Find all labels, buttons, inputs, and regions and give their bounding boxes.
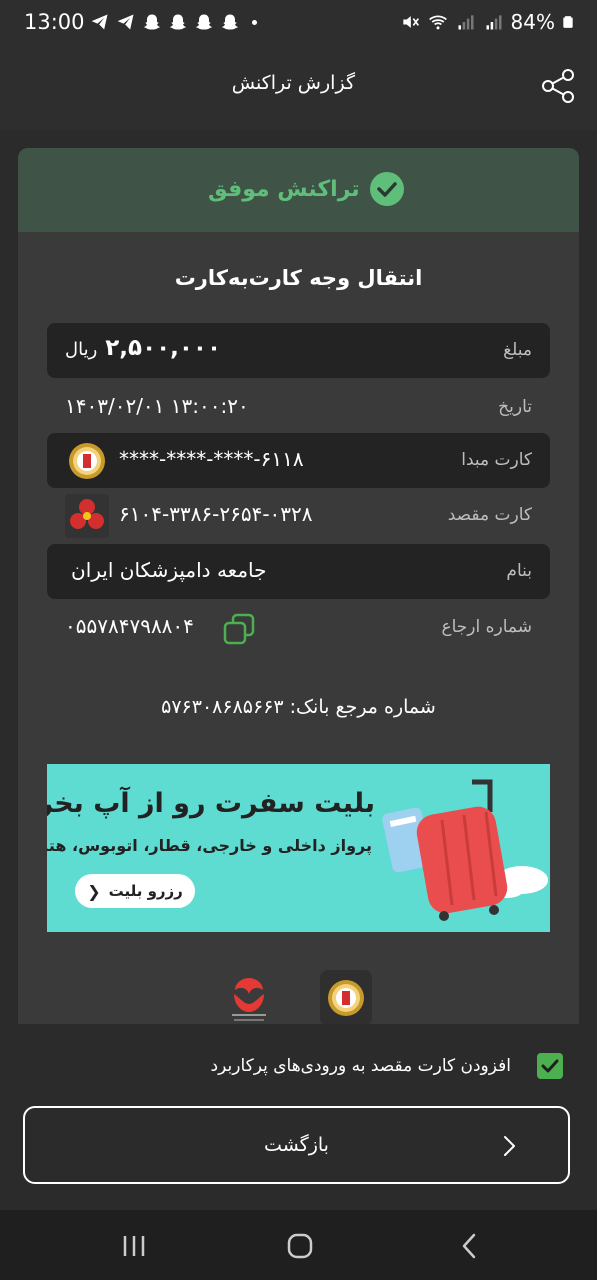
snapchat-icon — [143, 14, 161, 30]
partner-logos — [18, 968, 579, 1024]
reference-number: ۰۵۵۷۸۴۷۹۸۸۰۴ — [65, 614, 194, 638]
success-banner: تراکنش موفق — [18, 148, 579, 232]
transaction-status: تراکنش موفق — [208, 176, 360, 202]
date-label: تاریخ — [498, 397, 532, 417]
add-card-label: افزودن کارت مقصد به ورودی‌های پرکاربرد — [210, 1056, 511, 1076]
bank-reference-number: شماره مرجع بانک: ۵۷۶۳۰۸۶۸۵۶۶۳ — [161, 696, 436, 718]
source-card-row: کارت مبدا ****-****-****-۶۱۱۸ — [47, 433, 550, 488]
source-card-number: ****-****-****-۶۱۱۸ — [119, 447, 304, 471]
app-logo — [232, 978, 266, 1021]
suitcase-illustration — [382, 779, 548, 921]
bank-mellat-logo — [65, 494, 109, 538]
add-card-option[interactable]: افزودن کارت مقصد به ورودی‌های پرکاربرد — [0, 1040, 597, 1090]
ad-banner[interactable]: بلیت سفرت رو از آپ بخر! پرواز داخلی و خا… — [47, 764, 550, 932]
transaction-type: انتقال وجه کارت‌به‌کارت — [174, 266, 423, 290]
date-value: ۱۳:۰۰:۲۰ ۱۴۰۳/۰۲/۰۱ — [65, 394, 249, 418]
page-title: گزارش تراکنش — [231, 72, 355, 94]
amount-value: ۲,۵۰۰,۰۰۰ — [105, 335, 222, 361]
copy-icon[interactable] — [222, 612, 256, 646]
dest-card-row: کارت مقصد ۶۱۰۴-۳۳۸۶-۲۶۵۴-۰۳۲۸ — [47, 488, 550, 543]
reference-row: شماره ارجاع ۰۵۵۷۸۴۷۹۸۸۰۴ — [47, 600, 550, 655]
amount-row: مبلغ ۲,۵۰۰,۰۰۰ ریال — [47, 323, 550, 378]
recipient-name-row: بنام جامعه دامپزشکان ایران — [47, 544, 550, 599]
amount-label: مبلغ — [503, 340, 532, 360]
ad-subtitle: پرواز داخلی و خارجی، قطار، اتوبوس، هتل — [47, 836, 372, 855]
recipient-name-value: جامعه دامپزشکان ایران — [71, 558, 267, 582]
reference-label: شماره ارجاع — [441, 617, 532, 637]
telegram-icon — [117, 14, 134, 30]
system-nav-bar — [0, 1210, 597, 1280]
dest-card-label: کارت مقصد — [447, 505, 532, 525]
back-button-label: بازگشت — [264, 1134, 329, 1156]
chevron-right-icon — [504, 1136, 515, 1156]
wifi-icon — [428, 15, 447, 30]
battery-percent: 84% — [510, 10, 555, 34]
snapchat-icon — [221, 14, 239, 30]
bank-melli-logo — [320, 970, 372, 1024]
add-card-checkbox[interactable] — [537, 1053, 563, 1079]
back-nav-icon[interactable] — [456, 1232, 484, 1260]
battery-icon — [563, 16, 573, 28]
share-icon[interactable] — [538, 66, 578, 106]
status-bar: 13:00 84% — [0, 0, 597, 44]
telegram-icon — [91, 14, 108, 30]
check-circle-icon — [369, 172, 404, 206]
receipt-card: تراکنش موفق انتقال وجه کارت‌به‌کارت مبلغ… — [18, 148, 579, 1024]
dest-card-number: ۶۱۰۴-۳۳۸۶-۲۶۵۴-۰۳۲۸ — [119, 502, 313, 526]
signal-icon — [458, 15, 474, 30]
system-icons: 84% — [399, 10, 575, 34]
status-time: 13:00 — [24, 10, 85, 34]
home-icon[interactable] — [286, 1232, 314, 1260]
book-ticket-button[interactable]: رزرو بلیت ❮ — [75, 874, 195, 908]
chevron-left-icon: ❮ — [87, 881, 101, 901]
more-notifications-dot — [252, 19, 257, 25]
snapchat-icon — [169, 14, 187, 30]
recent-apps-icon[interactable] — [120, 1232, 148, 1260]
recipient-name-label: بنام — [506, 561, 532, 581]
snapchat-icon — [195, 14, 213, 30]
amount-unit: ریال — [65, 339, 98, 360]
book-ticket-label: رزرو بلیت — [108, 882, 183, 900]
source-card-label: کارت مبدا — [461, 450, 532, 470]
date-row: تاریخ ۱۳:۰۰:۲۰ ۱۴۰۳/۰۲/۰۱ — [47, 380, 550, 435]
app-header: گزارش تراکنش — [0, 44, 597, 130]
notification-icons — [90, 12, 257, 32]
mute-icon — [402, 16, 419, 28]
ad-title: بلیت سفرت رو از آپ بخر! — [47, 788, 375, 819]
back-button[interactable]: بازگشت — [23, 1106, 570, 1184]
bank-melli-logo — [69, 443, 105, 479]
signal-icon — [486, 15, 502, 30]
